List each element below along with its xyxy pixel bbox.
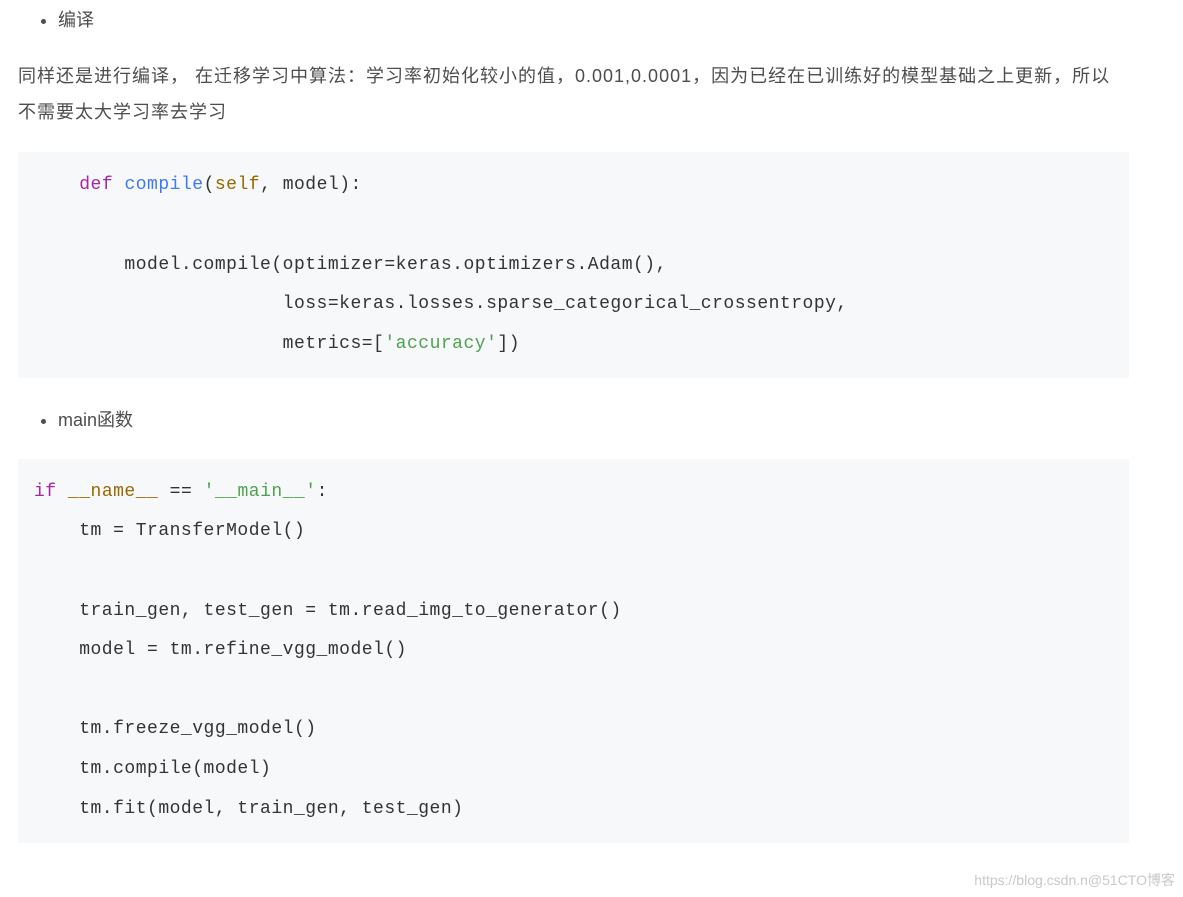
- code-line: metrics=[: [34, 334, 384, 354]
- code-line: model.compile(optimizer=keras.optimizers…: [34, 255, 667, 275]
- code-line: train_gen, test_gen = tm.read_img_to_gen…: [34, 601, 622, 621]
- bullet-main: main函数: [58, 404, 1129, 436]
- code-block-compile: def compile(self, model): model.compile(…: [18, 152, 1129, 378]
- code-text: , model):: [260, 175, 362, 195]
- dunder-name: __name__: [68, 482, 158, 502]
- code-line: loss=keras.losses.sparse_categorical_cro…: [34, 294, 848, 314]
- str-main: '__main__': [204, 482, 317, 502]
- code-line: tm.freeze_vgg_model(): [34, 719, 317, 739]
- bullet-compile: 编译: [58, 4, 1129, 36]
- code-line: tm.fit(model, train_gen, test_gen): [34, 799, 463, 819]
- code-text: (: [204, 175, 215, 195]
- paragraph-compile-explain: 同样还是进行编译， 在迁移学习中算法：学习率初始化较小的值，0.001,0.00…: [18, 58, 1129, 130]
- bullet-list-2: main函数: [18, 404, 1129, 436]
- code-block-main: if __name__ == '__main__': tm = Transfer…: [18, 459, 1129, 843]
- watermark-text: https://blog.csdn.n@51CTO博客: [974, 869, 1175, 891]
- code-line: tm.compile(model): [34, 759, 271, 779]
- str-accuracy: 'accuracy': [384, 334, 497, 354]
- code-line: tm = TransferModel(): [34, 521, 305, 541]
- kw-def: def: [79, 175, 113, 195]
- fn-compile: compile: [124, 175, 203, 195]
- kw-if: if: [34, 482, 57, 502]
- bullet-list-1: 编译: [18, 4, 1129, 36]
- code-text: ]): [497, 334, 520, 354]
- code-text: :: [317, 482, 328, 502]
- code-text: ==: [158, 482, 203, 502]
- code-line: model = tm.refine_vgg_model(): [34, 640, 407, 660]
- kw-self: self: [215, 175, 260, 195]
